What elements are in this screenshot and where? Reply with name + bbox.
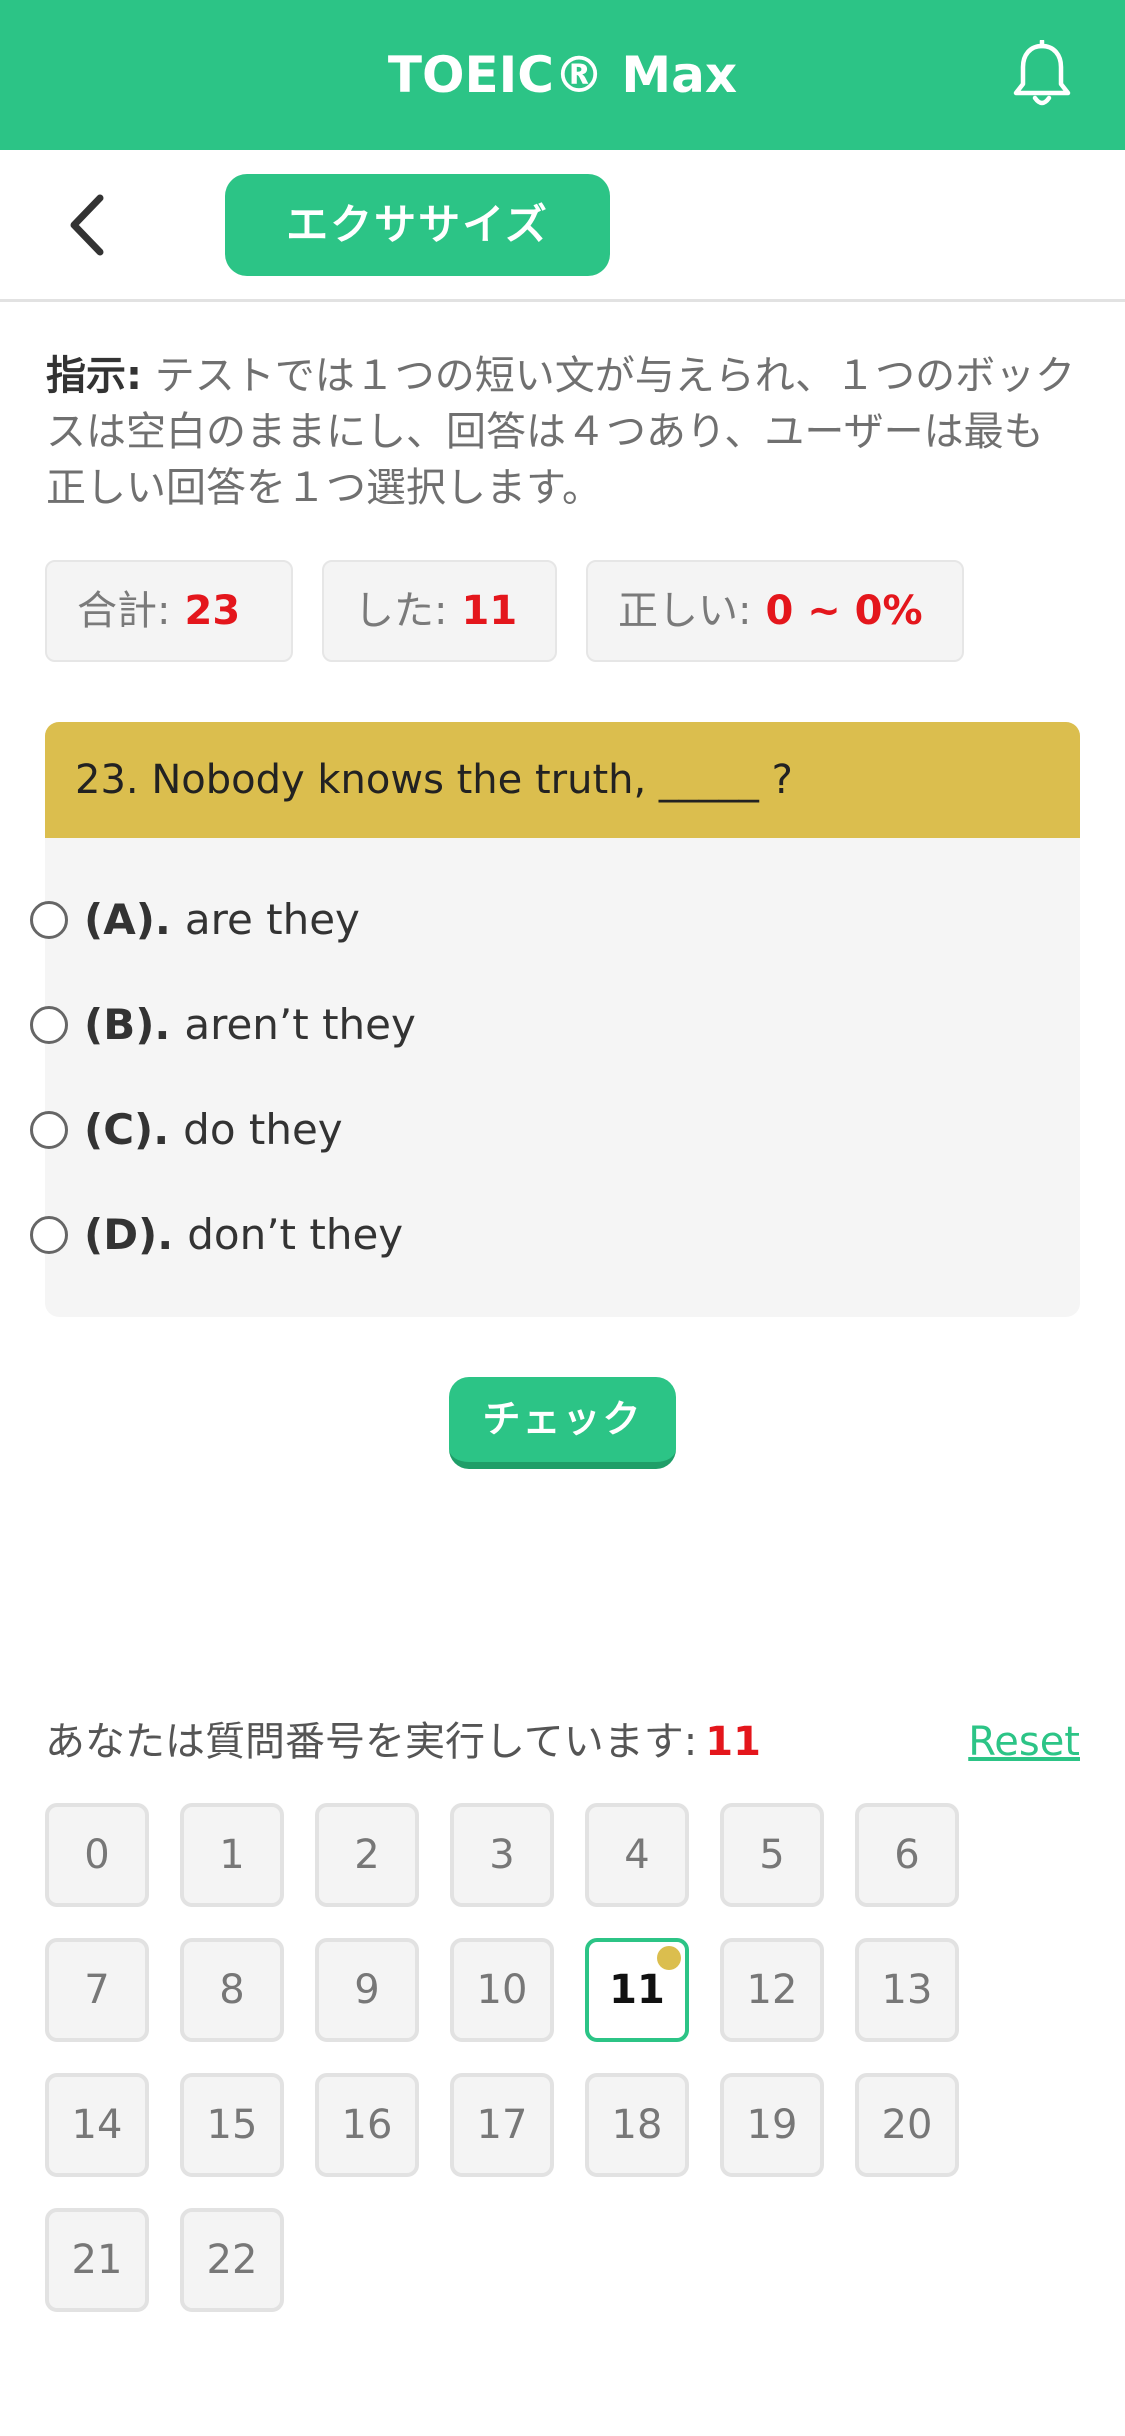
option-a[interactable]: (A). are they [30, 880, 1010, 960]
question-number-button[interactable]: 3 [450, 1803, 554, 1907]
stat-done-value: 11 [461, 588, 518, 634]
question-grid: 0 1 2 3 4 5 6 7 8 9 10 11 12 13 14 15 16 17 18 19 20 21 22 [45, 1803, 1045, 2323]
stat-done-label: した: [354, 588, 448, 634]
question-number-button[interactable]: 20 [855, 2073, 959, 2177]
question-number-button[interactable]: 12 [720, 1938, 824, 2042]
question-number-button[interactable]: 13 [855, 1938, 959, 2042]
app-header: TOEIC® Max [0, 0, 1125, 150]
question-number-button[interactable]: 10 [450, 1938, 554, 2042]
progress-text: あなたは質問番号を実行しています: [45, 1719, 698, 1765]
question-number-button[interactable]: 11 [585, 1938, 689, 2042]
reset-link[interactable]: Reset [968, 1712, 1080, 1772]
stat-done: した: 11 [322, 560, 557, 662]
bell-icon[interactable] [1010, 40, 1074, 112]
question-number-button[interactable]: 0 [45, 1803, 149, 1907]
radio-a[interactable] [30, 901, 68, 939]
radio-d[interactable] [30, 1216, 68, 1254]
stat-correct-value: 0 ~ 0% [765, 588, 923, 634]
question-number-button[interactable]: 14 [45, 2073, 149, 2177]
question-number-button[interactable]: 21 [45, 2208, 149, 2312]
option-a-letter: (A). [84, 895, 171, 944]
option-a-text: are they [184, 895, 360, 944]
radio-c[interactable] [30, 1111, 68, 1149]
option-b-text: aren’t they [184, 1000, 416, 1049]
option-b[interactable]: (B). aren’t they [30, 985, 1010, 1065]
question-number-button[interactable]: 8 [180, 1938, 284, 2042]
current-dot-icon [657, 1946, 681, 1970]
question-number-button[interactable]: 15 [180, 2073, 284, 2177]
tab-exercise[interactable]: エクササイズ [225, 174, 610, 276]
question-number-button[interactable]: 19 [720, 2073, 824, 2177]
question-number-button[interactable]: 16 [315, 2073, 419, 2177]
instructions-label: 指示: [46, 353, 142, 399]
option-d-letter: (D). [84, 1210, 174, 1259]
question-number-button[interactable]: 2 [315, 1803, 419, 1907]
sub-bar: エクササイズ [0, 150, 1125, 302]
app-title: TOEIC® Max [387, 46, 738, 104]
option-c-text: do they [183, 1105, 343, 1154]
question-number-button[interactable]: 7 [45, 1938, 149, 2042]
question-number-button[interactable]: 18 [585, 2073, 689, 2177]
radio-b[interactable] [30, 1006, 68, 1044]
check-button[interactable]: チェック [449, 1377, 676, 1469]
instructions: 指示: テストでは１つの短い文が与えられ、１つのボックスは空白のままにし、回答は… [46, 348, 1076, 516]
stat-correct: 正しい: 0 ~ 0% [586, 560, 964, 662]
chevron-left-icon[interactable] [60, 190, 120, 260]
option-c-letter: (C). [84, 1105, 170, 1154]
progress-current: 11 [705, 1719, 761, 1765]
stat-total-label: 合計: [77, 588, 171, 634]
stat-total-value: 23 [184, 588, 241, 634]
progress-label: あなたは質問番号を実行しています: 11 [45, 1712, 761, 1772]
question-number-button[interactable]: 22 [180, 2208, 284, 2312]
stat-correct-label: 正しい: [618, 588, 752, 634]
option-d-text: don’t they [187, 1210, 404, 1259]
question-text: 23. Nobody knows the truth, _____ ? [45, 722, 1080, 838]
option-b-letter: (B). [84, 1000, 171, 1049]
instructions-text: テストでは１つの短い文が与えられ、１つのボックスは空白のままにし、回答は４つあり… [46, 353, 1076, 511]
stat-total: 合計: 23 [45, 560, 293, 662]
option-d[interactable]: (D). don’t they [30, 1195, 1010, 1275]
question-number-button[interactable]: 5 [720, 1803, 824, 1907]
question-number-button[interactable]: 9 [315, 1938, 419, 2042]
question-number-button[interactable]: 17 [450, 2073, 554, 2177]
question-number-button[interactable]: 6 [855, 1803, 959, 1907]
question-number-button[interactable]: 1 [180, 1803, 284, 1907]
option-c[interactable]: (C). do they [30, 1090, 1010, 1170]
question-number-button[interactable]: 4 [585, 1803, 689, 1907]
